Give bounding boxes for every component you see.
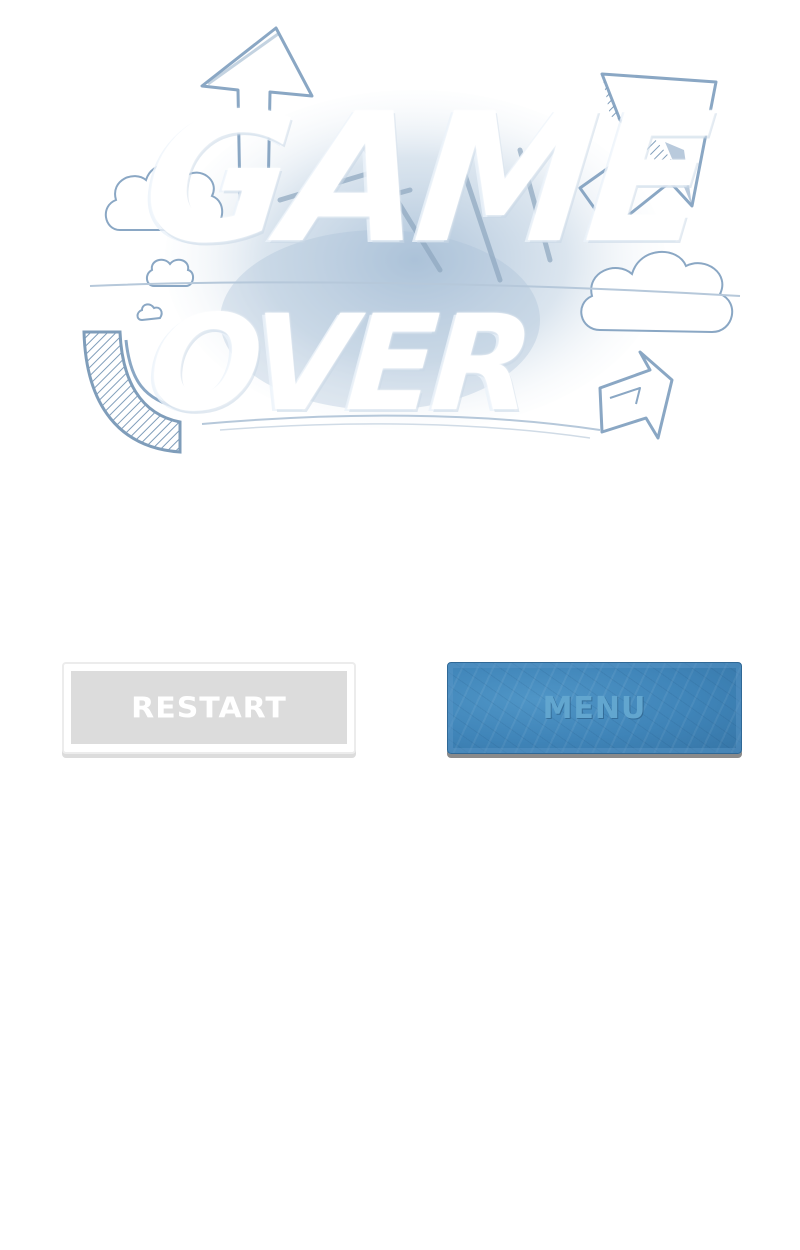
title-sketch-art xyxy=(82,26,741,454)
restart-button-label: RESTART xyxy=(131,691,287,725)
game-over-screen: GAME OVER RESTART menu xyxy=(0,0,800,1250)
game-over-title-art: GAME OVER xyxy=(80,20,750,460)
menu-button[interactable]: menu xyxy=(447,662,742,754)
restart-button[interactable]: RESTART xyxy=(62,662,356,754)
cloud-icon xyxy=(105,163,223,231)
menu-button-label: menu xyxy=(542,690,647,726)
curved-arrow-icon xyxy=(82,330,182,454)
